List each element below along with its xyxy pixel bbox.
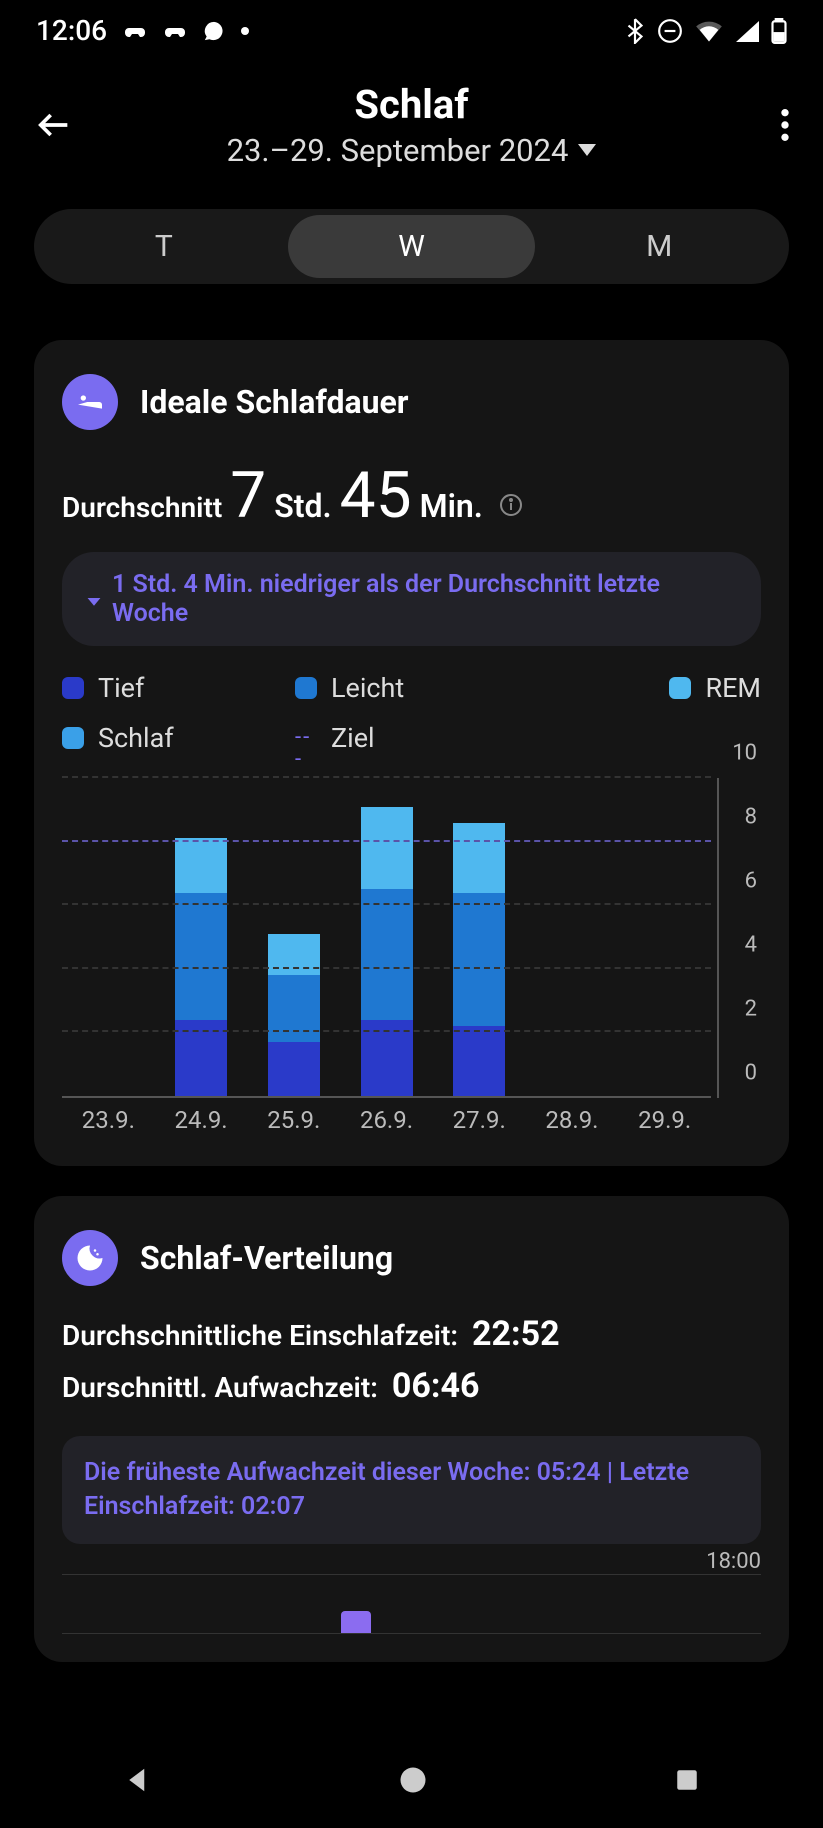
system-nav-bar — [0, 1736, 823, 1828]
hours-unit: Std. — [274, 487, 331, 525]
signal-icon — [735, 20, 759, 42]
status-right — [625, 18, 787, 44]
avg-waketime-row: Durschnittl. Aufwachzeit: 06:46 — [62, 1366, 761, 1406]
chevron-down-icon — [578, 141, 596, 160]
moon-icon — [62, 1230, 118, 1286]
x-tick: 25.9. — [247, 1100, 340, 1138]
back-button[interactable] — [34, 105, 82, 145]
extremes-text: Die früheste Aufwachzeit dieser Woche: 0… — [84, 1458, 689, 1521]
chart-legend: Tief Leicht REM Schlaf ---Ziel — [62, 672, 761, 754]
swatch-sleep — [62, 727, 84, 749]
ideal-sleep-card: Ideale Schlafdauer Durchschnitt 7 Std. 4… — [34, 340, 789, 1166]
more-options-button[interactable] — [741, 109, 789, 141]
avg-bedtime-row: Durchschnittliche Einschlafzeit: 22:52 — [62, 1314, 761, 1354]
avg-minutes: 45 — [340, 464, 412, 528]
controller-icon — [163, 19, 187, 43]
bedtime-label: Durchschnittliche Einschlafzeit: — [62, 1319, 458, 1352]
info-icon[interactable] — [499, 493, 523, 517]
tab-month[interactable]: M — [535, 215, 783, 278]
time-range-tabs: T W M — [34, 209, 789, 284]
nav-back-button[interactable] — [123, 1765, 153, 1799]
x-tick: 23.9. — [62, 1100, 155, 1138]
swatch-light — [295, 677, 317, 699]
card-title: Ideale Schlafdauer — [140, 383, 409, 421]
chat-icon — [203, 20, 225, 42]
status-time: 12:06 — [36, 14, 107, 47]
bedtime-value: 22:52 — [472, 1314, 560, 1354]
x-tick: 29.9. — [618, 1100, 711, 1138]
avg-hours: 7 — [230, 464, 266, 528]
timeline-right-label: 18:00 — [706, 1549, 761, 1574]
chart-bar[interactable] — [361, 778, 413, 1096]
waketime-label: Durschnittl. Aufwachzeit: — [62, 1371, 378, 1404]
page-title: Schlaf — [82, 81, 741, 128]
y-tick: 0 — [745, 1061, 757, 1086]
legend-goal: ---Ziel — [295, 722, 528, 754]
date-range-selector[interactable]: 23.–29. September 2024 — [82, 132, 741, 169]
distribution-timeline[interactable]: 18:00 — [62, 1574, 761, 1634]
bar-segment-rem — [175, 838, 227, 892]
bed-icon — [62, 374, 118, 430]
arrow-down-icon — [86, 585, 102, 614]
bar-segment-light — [361, 889, 413, 1019]
x-tick: 27.9. — [433, 1100, 526, 1138]
timeline-marker — [341, 1611, 371, 1633]
extremes-info-box: Die früheste Aufwachzeit dieser Woche: 0… — [62, 1436, 761, 1544]
waketime-value: 06:46 — [392, 1366, 480, 1406]
y-tick: 6 — [745, 869, 757, 894]
status-bar: 12:06 — [0, 0, 823, 57]
controller-icon — [123, 19, 147, 43]
app-header: Schlaf 23.–29. September 2024 — [0, 57, 823, 189]
bar-segment-light — [453, 893, 505, 1027]
y-tick: 2 — [745, 997, 757, 1022]
bluetooth-icon — [625, 18, 645, 44]
legend-deep: Tief — [62, 672, 295, 704]
nav-recent-button[interactable] — [674, 1767, 700, 1797]
date-range-label: 23.–29. September 2024 — [227, 132, 569, 169]
legend-rem: REM — [528, 672, 761, 704]
bar-segment-rem — [361, 807, 413, 890]
tab-week[interactable]: W — [288, 215, 536, 278]
dnd-icon — [657, 18, 683, 44]
card-title: Schlaf-Verteilung — [140, 1239, 393, 1277]
sleep-distribution-card: Schlaf-Verteilung Durchschnittliche Eins… — [34, 1196, 789, 1662]
bar-segment-rem — [453, 823, 505, 893]
sleep-bar-chart[interactable]: 0246810 23.9.24.9.25.9.26.9.27.9.28.9.29… — [62, 778, 761, 1138]
average-sleep-row: Durchschnitt 7 Std. 45 Min. — [62, 464, 761, 528]
x-tick: 26.9. — [340, 1100, 433, 1138]
swatch-rem — [669, 677, 691, 699]
swatch-deep — [62, 677, 84, 699]
legend-sleep: Schlaf — [62, 722, 295, 754]
dot-icon — [241, 27, 249, 35]
bar-segment-deep — [268, 1042, 320, 1096]
minutes-unit: Min. — [420, 487, 483, 525]
battery-icon — [771, 18, 787, 44]
bar-segment-light — [175, 893, 227, 1020]
x-tick: 28.9. — [526, 1100, 619, 1138]
wifi-icon — [695, 20, 723, 42]
legend-light: Leicht — [295, 672, 528, 704]
comparison-pill: 1 Std. 4 Min. niedriger als der Durchsch… — [62, 552, 761, 646]
y-tick: 10 — [732, 741, 757, 766]
swatch-goal: --- — [295, 727, 317, 749]
chart-bar[interactable] — [175, 778, 227, 1096]
chart-bar[interactable] — [453, 778, 505, 1096]
y-tick: 8 — [745, 805, 757, 830]
x-tick: 24.9. — [155, 1100, 248, 1138]
bar-segment-rem — [268, 934, 320, 975]
y-tick: 4 — [745, 933, 757, 958]
avg-label: Durchschnitt — [62, 491, 222, 524]
status-left: 12:06 — [36, 14, 249, 47]
tab-day[interactable]: T — [40, 215, 288, 278]
comparison-text: 1 Std. 4 Min. niedriger als der Durchsch… — [112, 570, 737, 628]
nav-home-button[interactable] — [398, 1765, 428, 1799]
bar-segment-deep — [453, 1026, 505, 1096]
chart-bar[interactable] — [268, 778, 320, 1096]
